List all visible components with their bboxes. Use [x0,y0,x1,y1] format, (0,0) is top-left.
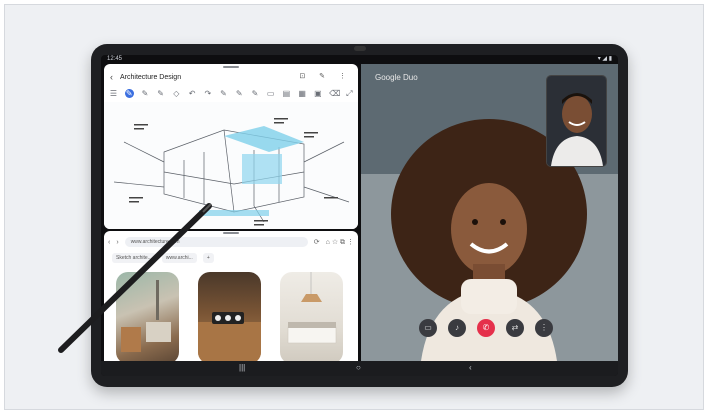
end-call-button[interactable]: ✆ [477,319,495,337]
browser-actions-icons[interactable]: ⌂ ☆ ⧉ ⋮ [326,238,354,247]
pen-tool-icon[interactable]: ✎ [235,89,244,98]
pen-tool-icon[interactable]: ✎ [250,89,259,98]
back-nav-button[interactable]: ‹ [469,363,472,372]
camera-toggle-button[interactable]: ▭ [419,319,437,337]
pen-tool-icon[interactable]: ↷ [203,89,212,98]
self-view-image [547,76,606,166]
pen-tool-icon[interactable]: ✎ [219,89,228,98]
more-options-button[interactable]: ⋮ [535,319,553,337]
bedroom-image [287,272,337,344]
pen-tool-icon[interactable]: ✎ [140,89,149,98]
note-title: Architecture Design [120,74,182,81]
pen-tool-icon[interactable]: ⌫ [329,89,340,98]
status-bar: 12:45 ▾ ◢ ▮ [101,55,618,64]
reload-icon[interactable]: ⟳ [314,238,320,246]
navigation-bar: ||| ○ ‹ [101,361,618,376]
mute-button[interactable]: ♪ [448,319,466,337]
pane-drag-handle[interactable] [223,66,239,68]
video-call-pane: Google Duo ▭ ♪ ✆ ⇄ ⋮ [361,64,618,361]
pen-tool-icon[interactable]: ✎ [124,88,134,98]
front-camera [354,46,366,51]
pen-tool-icon[interactable]: ↶ [188,89,197,98]
recent-apps-button[interactable]: ||| [239,363,245,372]
switch-camera-button[interactable]: ⇄ [506,319,524,337]
home-button[interactable]: ○ [356,363,361,372]
pen-toolbar: ☰ ✎ ✎ ✎ ◇ ↶ ↷ ✎ ✎ ✎ ▭ ▤ ▦ ▣ ⌫ ⤢ [109,87,354,99]
pen-tool-icon[interactable]: ✎ [156,89,165,98]
pen-tool-icon[interactable]: ▤ [282,89,291,98]
stylus-pen [58,203,212,353]
pen-tool-icon[interactable]: ▭ [266,89,275,98]
pen-tool-icon[interactable]: ◇ [172,89,181,98]
status-indicators: ▾ ◢ ▮ [597,56,612,62]
google-duo-logo: Google Duo [375,73,418,82]
self-view-video[interactable] [546,75,607,167]
pane-drag-handle[interactable] [223,232,239,234]
note-actions-icons[interactable]: ⊡ ✎ ⋮ [299,72,352,80]
call-controls: ▭ ♪ ✆ ⇄ ⋮ [419,319,553,337]
interior-photo-card[interactable] [280,272,343,364]
pen-tool-icon[interactable]: ▦ [298,89,307,98]
status-time: 12:45 [107,56,123,62]
pen-tool-icon[interactable]: ▣ [313,89,322,98]
pen-tool-icon[interactable]: ☰ [109,89,118,98]
pen-tool-icon[interactable]: ⤢ [345,89,354,98]
back-icon[interactable]: ‹ [110,72,113,82]
